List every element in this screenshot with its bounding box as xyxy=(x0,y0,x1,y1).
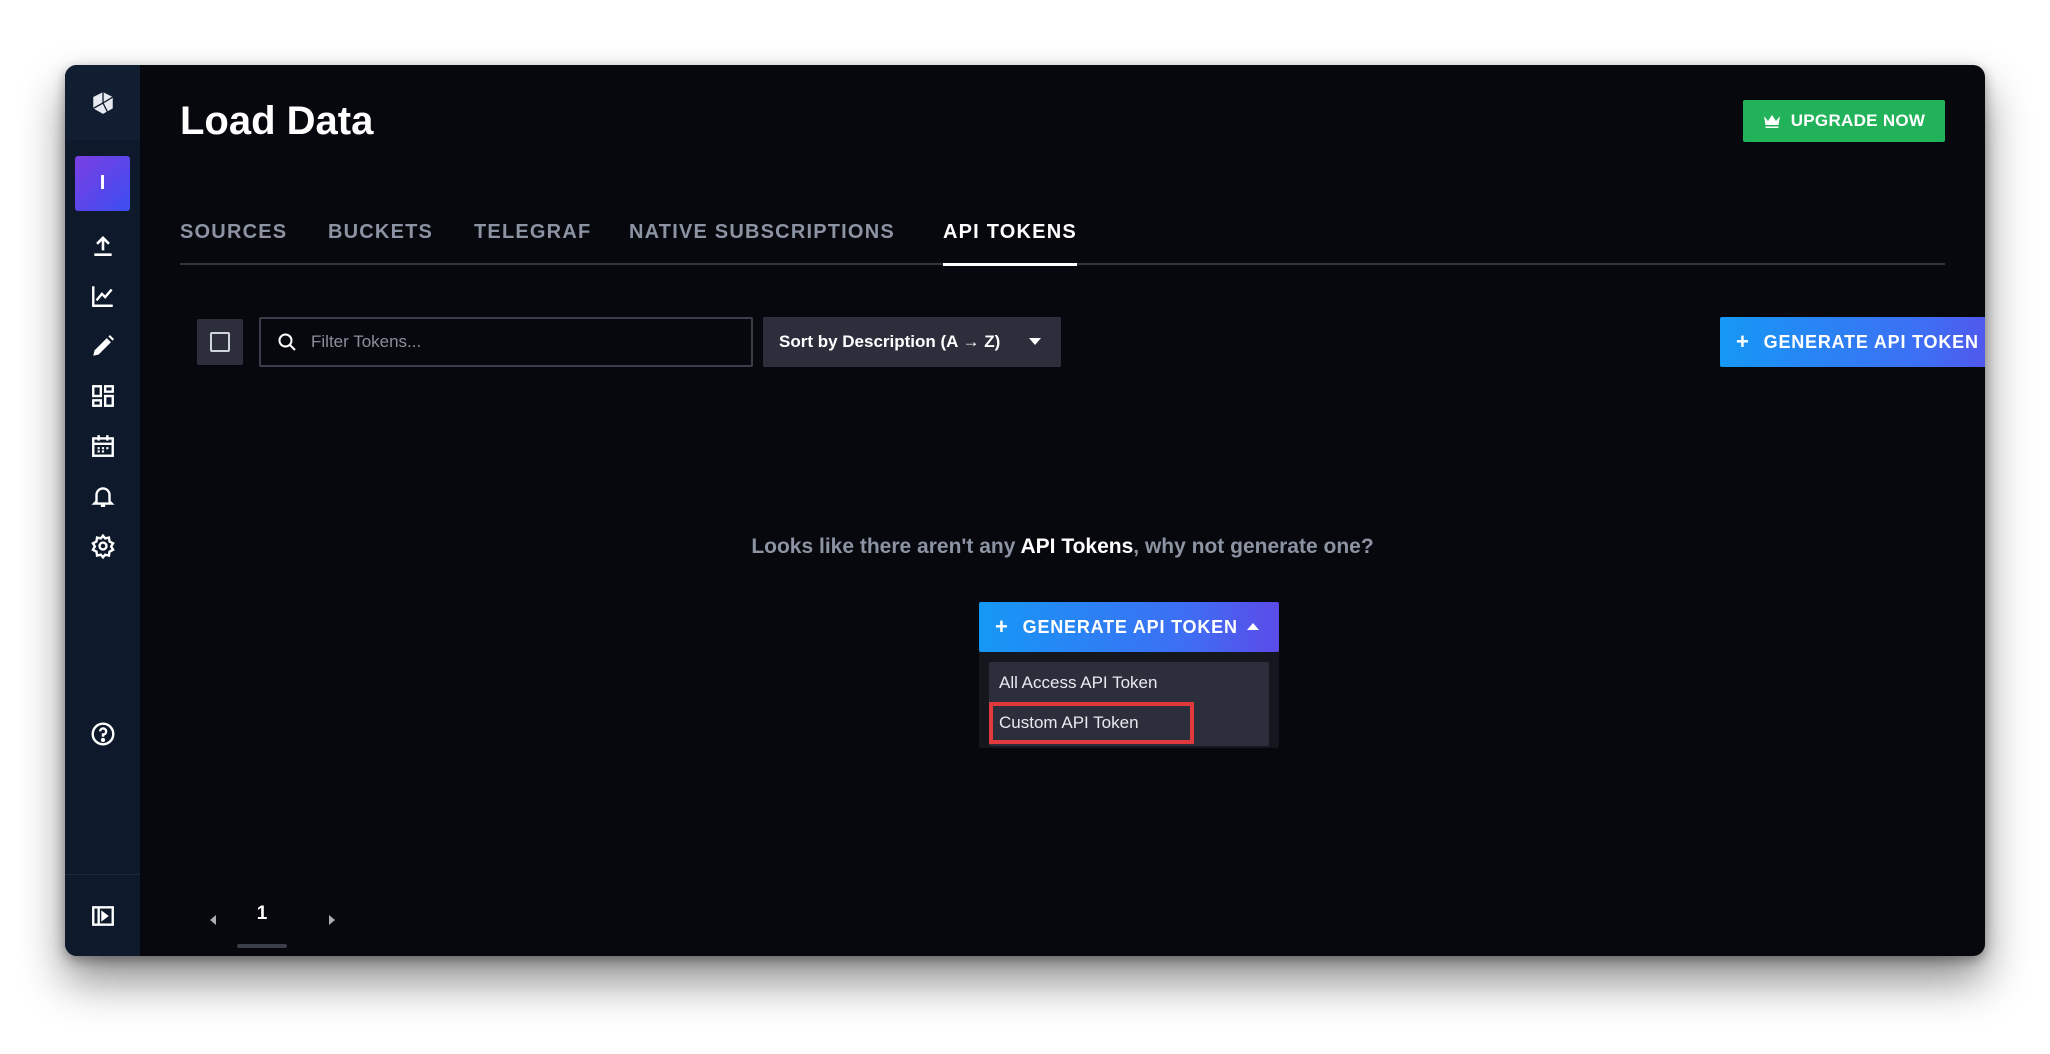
tab-buckets[interactable]: BUCKETS xyxy=(328,221,433,244)
generate-api-token-label: GENERATE API TOKEN xyxy=(1763,331,1979,352)
checkbox-box xyxy=(210,332,230,352)
question-icon xyxy=(91,722,114,746)
filter-tokens-input[interactable] xyxy=(311,332,711,352)
chevron-down-icon xyxy=(1029,338,1041,345)
chevron-up-icon xyxy=(1247,623,1259,630)
bell-icon xyxy=(90,487,115,507)
upload-icon xyxy=(93,236,112,256)
generate-token-menu: All Access API Token Custom API Token xyxy=(979,652,1279,748)
menu-item-all-access-token[interactable]: All Access API Token xyxy=(989,662,1269,704)
upgrade-now-button[interactable]: UPGRADE NOW xyxy=(1743,100,1945,142)
org-avatar[interactable]: I xyxy=(75,156,130,211)
tab-telegraf[interactable]: TELEGRAF xyxy=(474,221,591,244)
tab-bar: SOURCES BUCKETS TELEGRAF NATIVE SUBSCRIP… xyxy=(180,215,1945,266)
chart-line-icon xyxy=(91,286,113,307)
generate-api-token-button[interactable]: + GENERATE API TOKEN xyxy=(1720,317,1985,367)
tab-native-subscriptions[interactable]: NATIVE SUBSCRIPTIONS xyxy=(629,221,895,244)
tab-api-tokens[interactable]: API TOKENS xyxy=(943,221,1077,266)
dashboard-icon xyxy=(91,385,114,407)
logo-button[interactable] xyxy=(65,65,140,140)
upgrade-now-label: UPGRADE NOW xyxy=(1790,111,1926,130)
pagination-prev-icon[interactable] xyxy=(210,915,216,925)
menu-item-custom-token[interactable]: Custom API Token xyxy=(989,702,1194,744)
crown-icon xyxy=(1763,115,1780,128)
filter-tokens-field[interactable] xyxy=(259,317,753,367)
plus-icon: + xyxy=(995,614,1009,639)
empty-state-highlight: API Tokens xyxy=(1020,535,1134,558)
empty-state-prefix: Looks like there aren't any xyxy=(751,535,1021,558)
cube-logo-icon xyxy=(92,91,113,114)
sidebar-item-dashboards[interactable] xyxy=(65,371,140,421)
calendar-icon xyxy=(91,435,114,457)
tab-sources[interactable]: SOURCES xyxy=(180,221,287,244)
sidebar-item-alerts[interactable] xyxy=(65,471,140,521)
plus-icon: + xyxy=(1736,329,1750,354)
sidebar-item-settings[interactable] xyxy=(65,521,140,571)
sidebar-item-help[interactable] xyxy=(65,709,140,759)
sidebar: I xyxy=(65,65,140,956)
sidebar-item-tasks[interactable] xyxy=(65,421,140,471)
pagination-current-page[interactable]: 1 xyxy=(237,903,287,925)
pagination-active-indicator xyxy=(237,944,287,948)
pagination-next-icon[interactable] xyxy=(329,915,335,925)
sort-dropdown[interactable]: Sort by Description (A → Z) xyxy=(763,317,1061,367)
page-title: Load Data xyxy=(180,99,374,143)
main-content: Load Data UPGRADE NOW SOURCES BUCKETS TE… xyxy=(140,65,1985,956)
sort-label: Sort by Description (A → Z) xyxy=(779,332,1001,351)
avatar-letter: I xyxy=(99,172,106,194)
menu-list: All Access API Token Custom API Token xyxy=(989,662,1269,746)
sidebar-item-load-data[interactable] xyxy=(65,221,140,271)
collapse-sidebar-icon xyxy=(91,906,114,926)
empty-state-generate-label: GENERATE API TOKEN xyxy=(1022,616,1238,637)
sidebar-item-notebooks[interactable] xyxy=(65,321,140,371)
select-all-checkbox[interactable] xyxy=(197,319,243,365)
gear-icon xyxy=(90,533,115,559)
app-window: I Load Data UPGRADE NOW SOURCES BUCKETS … xyxy=(65,65,1985,956)
pencil-icon xyxy=(92,334,114,356)
empty-state-suffix: , why not generate one? xyxy=(1133,535,1374,558)
sidebar-collapse-button[interactable] xyxy=(65,891,140,941)
empty-state-message: Looks like there aren't any API Tokens, … xyxy=(140,535,1985,559)
sidebar-item-data-explorer[interactable] xyxy=(65,271,140,321)
empty-state-generate-button[interactable]: + GENERATE API TOKEN xyxy=(979,602,1279,652)
search-icon xyxy=(278,333,296,351)
